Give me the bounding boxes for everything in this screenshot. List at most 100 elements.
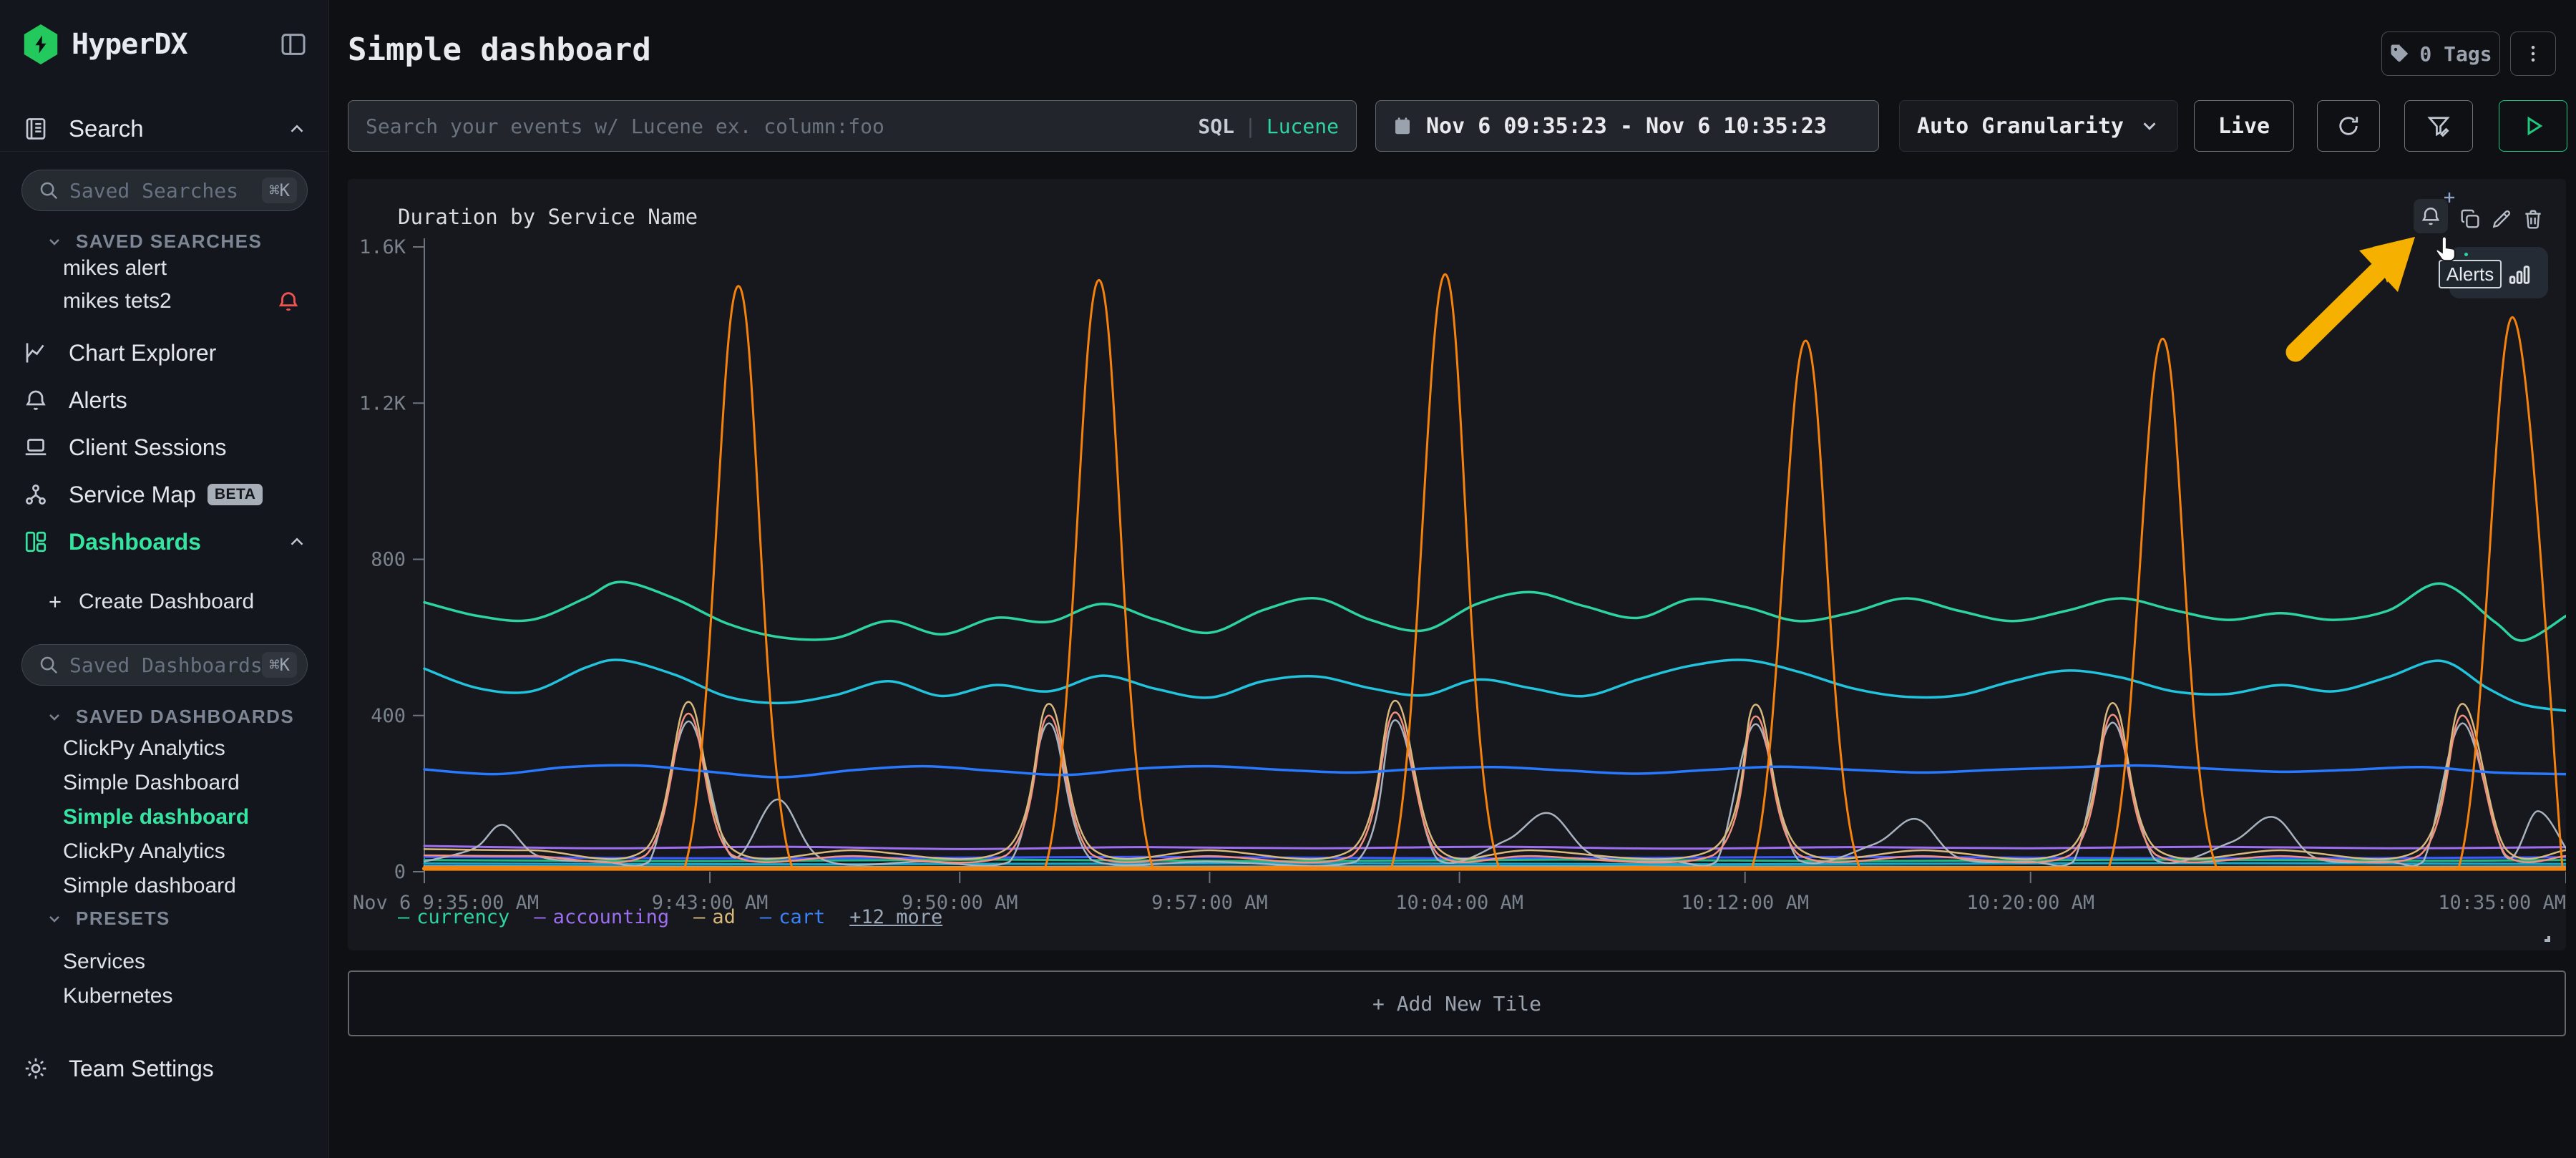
chart-explorer-icon [21, 339, 50, 367]
dashboard-tile: Duration by Service Name Alerts 04008001… [348, 179, 2566, 950]
svg-text:10:20:00 AM: 10:20:00 AM [1966, 892, 2094, 914]
tile-delete-button[interactable] [2517, 203, 2549, 235]
run-query-button[interactable] [2499, 100, 2567, 152]
beta-badge: BETA [208, 484, 263, 505]
logo[interactable]: HyperDX [0, 24, 329, 64]
more-options-button[interactable] [2510, 31, 2556, 76]
laptop-icon [21, 433, 50, 462]
svg-text:10:12:00 AM: 10:12:00 AM [1681, 892, 1809, 914]
gear-icon [21, 1054, 50, 1083]
tile-title: Duration by Service Name [398, 205, 698, 229]
copy-icon [2459, 208, 2482, 230]
sidebar-item-search[interactable]: Search [0, 111, 329, 147]
date-range-picker[interactable]: Nov 6 09:35:23 - Nov 6 10:35:23 [1375, 100, 1879, 152]
shortcut-badge: ⌘K [262, 177, 297, 203]
svg-text:0: 0 [394, 861, 406, 883]
sidebar-item-team-settings[interactable]: Team Settings [0, 1046, 329, 1091]
refresh-button[interactable] [2317, 100, 2380, 152]
create-dashboard-button[interactable]: Create Dashboard [0, 585, 329, 618]
saved-searches-search[interactable]: ⌘K [21, 170, 308, 211]
search-icon [38, 180, 59, 201]
date-range-value: Nov 6 09:35:23 - Nov 6 10:35:23 [1426, 114, 1827, 139]
sidebar-collapse-icon[interactable] [276, 27, 311, 62]
saved-dashboards-input[interactable] [69, 653, 262, 677]
svg-text:1.6K: 1.6K [359, 236, 406, 258]
sidebar-item-chart-explorer[interactable]: Chart Explorer [0, 331, 329, 375]
saved-search-item[interactable]: mikes alert [0, 252, 329, 285]
saved-dashboard-item[interactable]: ClickPy Analytics [0, 835, 329, 869]
bell-icon [2419, 205, 2442, 228]
saved-dashboard-item[interactable]: Simple Dashboard [0, 766, 329, 800]
search-section-icon [21, 115, 50, 143]
chevron-down-icon [46, 709, 63, 726]
trash-icon [2522, 208, 2545, 230]
service-map-icon [21, 480, 50, 509]
hyperdx-app: HyperDX Search ⌘K SAVED SEARCHES [0, 0, 2576, 1158]
filter-button[interactable] [2404, 100, 2473, 152]
tile-resize-handle[interactable] [2536, 928, 2553, 945]
hyperdx-logo-icon [21, 24, 60, 64]
event-search-bar[interactable]: SQL | Lucene [348, 100, 1357, 152]
search-section-label: Search [69, 115, 286, 142]
svg-text:400: 400 [371, 705, 406, 727]
play-icon [2520, 113, 2546, 139]
query-language-toggle: SQL | Lucene [1198, 115, 1339, 138]
legend-item-cart[interactable]: —cart [760, 906, 825, 928]
saved-dashboards-search[interactable]: ⌘K [21, 644, 308, 686]
legend-item-ad[interactable]: —ad [693, 906, 736, 928]
tags-button[interactable]: 0 Tags [2381, 31, 2500, 76]
bell-icon [21, 386, 50, 414]
svg-text:800: 800 [371, 549, 406, 571]
sql-toggle[interactable]: SQL [1198, 115, 1234, 138]
saved-dashboards-header[interactable]: SAVED DASHBOARDS [0, 706, 329, 728]
sidebar: HyperDX Search ⌘K SAVED SEARCHES [0, 0, 329, 1158]
lucene-toggle[interactable]: Lucene [1267, 115, 1339, 138]
chart-legend: —currency —accounting —ad —cart +12 more [398, 906, 942, 928]
add-new-tile-button[interactable]: + Add New Tile [348, 970, 2566, 1036]
chevron-down-icon [2139, 115, 2160, 137]
pencil-icon [2490, 208, 2513, 230]
app-title: HyperDX [72, 28, 187, 61]
saved-dashboard-item[interactable]: Simple dashboard [0, 869, 329, 903]
saved-search-item[interactable]: mikes tets2 [0, 285, 329, 318]
svg-text:1.2K: 1.2K [359, 392, 406, 414]
legend-more-link[interactable]: +12 more [849, 906, 942, 928]
sidebar-item-dashboards[interactable]: Dashboards [0, 520, 329, 564]
duration-chart[interactable]: 04008001.2K1.6KNov 6 9:35:00 AM9:43:00 A… [348, 233, 2566, 920]
chevron-up-icon[interactable] [286, 118, 308, 140]
calendar-icon [1392, 115, 1413, 137]
refresh-icon [2336, 113, 2361, 139]
preset-item-kubernetes[interactable]: Kubernetes [0, 979, 329, 1013]
tile-edit-button[interactable] [2486, 203, 2517, 235]
dashboards-icon [21, 527, 50, 556]
chevron-down-icon [46, 910, 63, 928]
svg-text:10:35:00 AM: 10:35:00 AM [2438, 892, 2566, 914]
alert-bell-icon [276, 289, 301, 313]
saved-dashboard-item[interactable]: ClickPy Analytics [0, 731, 329, 766]
search-icon [38, 654, 59, 676]
plus-icon [46, 593, 64, 611]
legend-item-currency[interactable]: —currency [398, 906, 509, 928]
legend-item-accounting[interactable]: —accounting [534, 906, 669, 928]
sidebar-item-client-sessions[interactable]: Client Sessions [0, 425, 329, 469]
chevron-up-icon[interactable] [286, 531, 308, 553]
kebab-icon [2522, 43, 2544, 64]
preset-item-services[interactable]: Services [0, 945, 329, 979]
granularity-value: Auto Granularity [1917, 114, 2139, 139]
filter-edit-icon [2426, 113, 2451, 139]
page-title: Simple dashboard [348, 31, 651, 68]
sidebar-item-service-map[interactable]: Service Map BETA [0, 472, 329, 517]
chevron-down-icon [46, 233, 63, 250]
tag-icon [2389, 43, 2411, 64]
saved-dashboard-item-active[interactable]: Simple dashboard [0, 800, 329, 835]
saved-searches-input[interactable] [69, 179, 262, 203]
presets-header[interactable]: PRESETS [0, 908, 329, 930]
granularity-select[interactable]: Auto Granularity [1899, 100, 2178, 152]
event-search-input[interactable] [366, 115, 1198, 138]
svg-text:9:57:00 AM: 9:57:00 AM [1151, 892, 1268, 914]
tile-duplicate-button[interactable] [2454, 203, 2486, 235]
saved-searches-header[interactable]: SAVED SEARCHES [0, 230, 329, 253]
sidebar-divider [0, 151, 329, 152]
sidebar-item-alerts[interactable]: Alerts [0, 378, 329, 422]
live-button[interactable]: Live [2194, 100, 2294, 152]
